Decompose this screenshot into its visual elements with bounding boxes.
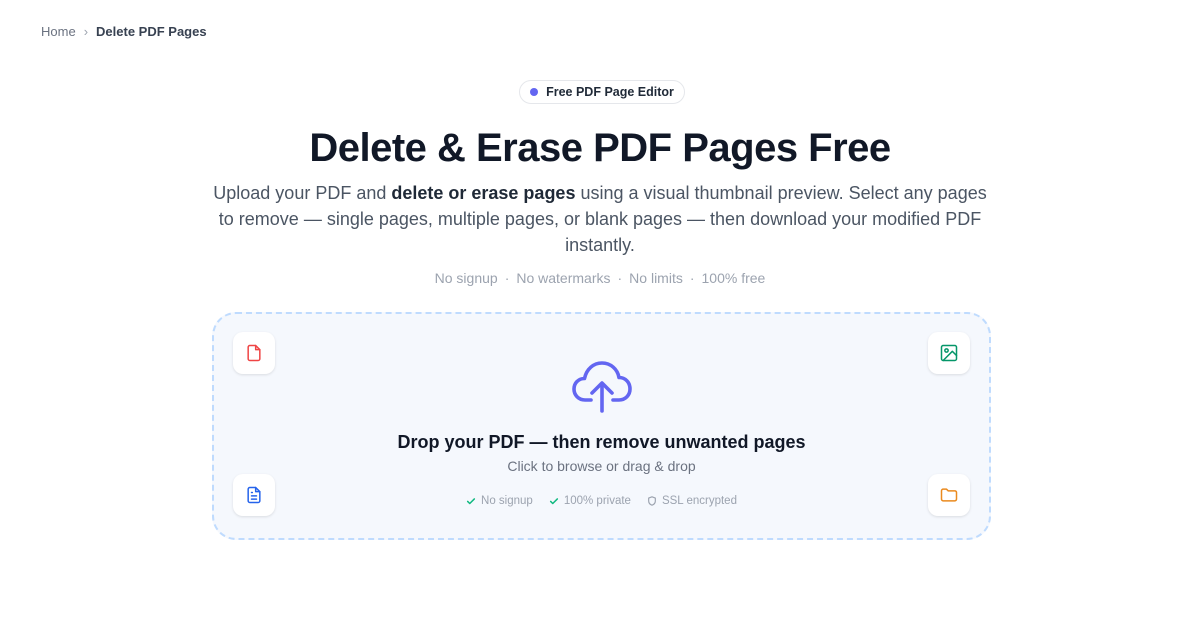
dropzone-subtitle: Click to browse or drag & drop xyxy=(507,458,696,474)
feature-list: No signup · No watermarks · No limits · 100% f… xyxy=(0,270,1200,286)
feature-item: No limits xyxy=(629,270,683,286)
pdf-dropzone[interactable]: Drop your PDF — then remove unwanted pag… xyxy=(212,312,991,540)
trust-label: SSL encrypted xyxy=(661,495,737,507)
pdf-file-icon xyxy=(233,332,275,374)
badge-dot-icon xyxy=(530,88,539,96)
dropzone-title: Drop your PDF — then remove unwanted pag… xyxy=(397,432,806,452)
trust-label: No signup xyxy=(481,495,533,507)
feature-separator: · xyxy=(504,270,510,286)
breadcrumb-home-link[interactable]: Home xyxy=(41,24,76,39)
page-title: Delete & Erase PDF Pages Free xyxy=(309,126,891,170)
image-icon xyxy=(928,332,970,374)
trust-item: SSL encrypted xyxy=(647,495,737,507)
feature-separator: · xyxy=(617,270,623,286)
cloud-upload-icon xyxy=(572,361,632,413)
breadcrumb-current: Delete PDF Pages xyxy=(96,24,207,39)
trust-label: 100% private xyxy=(563,495,631,507)
trust-item: 100% private xyxy=(549,495,631,507)
subtitle-bold: delete or erase pages xyxy=(391,183,576,203)
check-icon xyxy=(466,498,476,505)
page-subtitle: Upload your PDF and delete or erase page… xyxy=(210,180,990,258)
trust-item: No signup xyxy=(466,495,533,507)
badge-label: Free PDF Page Editor xyxy=(546,85,674,99)
check-icon xyxy=(549,498,558,505)
trust-list: No signup 100% private SSL encrypted xyxy=(214,495,989,507)
feature-item: No signup xyxy=(434,270,498,286)
breadcrumb: Home › Delete PDF Pages xyxy=(41,24,207,39)
feature-item: 100% free xyxy=(701,270,766,286)
breadcrumb-separator: › xyxy=(83,24,89,39)
feature-separator: · xyxy=(689,270,695,286)
page-badge: Free PDF Page Editor xyxy=(519,80,685,104)
subtitle-pre: Upload your PDF and xyxy=(213,183,392,203)
shield-icon xyxy=(648,496,656,506)
feature-item: No watermarks xyxy=(516,270,611,286)
